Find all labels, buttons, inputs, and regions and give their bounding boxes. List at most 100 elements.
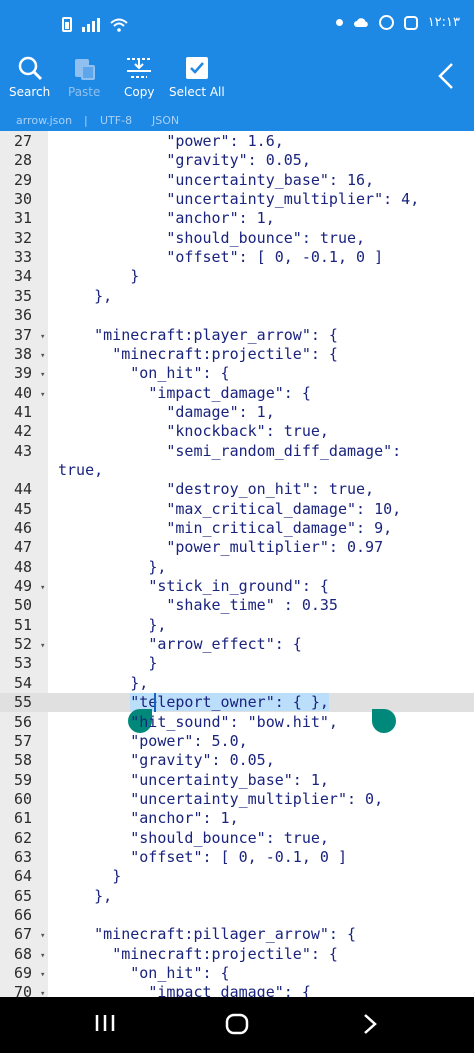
code-line[interactable]: 56 "hit_sound": "bow.hit",: [0, 713, 474, 732]
code-line[interactable]: 47 "power_multiplier": 0.97: [0, 538, 474, 557]
line-number: 38: [14, 344, 33, 363]
back-button[interactable]: [436, 61, 456, 95]
line-text: "on_hit": {: [130, 964, 230, 983]
code-line[interactable]: 59 "uncertainty_base": 1,: [0, 771, 474, 790]
line-text: "gravity": 0.05,: [166, 151, 311, 170]
code-line[interactable]: true,: [0, 461, 474, 480]
fold-toggle-icon[interactable]: ▾: [40, 366, 45, 385]
code-line[interactable]: 28 "gravity": 0.05,: [0, 151, 474, 170]
code-line[interactable]: 53 }: [0, 654, 474, 673]
back-nav-icon[interactable]: [362, 1013, 378, 1035]
code-line[interactable]: 37 ▾ "minecraft:player_arrow": {: [0, 326, 474, 345]
fold-toggle-icon[interactable]: ▾: [40, 637, 45, 656]
code-line[interactable]: 49 ▾ "stick_in_ground": {: [0, 577, 474, 596]
code-line[interactable]: 39 ▾ "on_hit": {: [0, 364, 474, 383]
code-line[interactable]: 54 },: [0, 674, 474, 693]
code-line[interactable]: 42 "knockback": true,: [0, 422, 474, 441]
fold-toggle-icon[interactable]: ▾: [40, 328, 45, 347]
code-line[interactable]: 35 },: [0, 287, 474, 306]
code-line[interactable]: 41 "damage": 1,: [0, 403, 474, 422]
code-line[interactable]: 68 ▾ "minecraft:projectile": {: [0, 945, 474, 964]
line-number: 55: [14, 693, 33, 712]
select-all-label: Select All: [169, 85, 225, 99]
line-text: "uncertainty_base": 1,: [130, 770, 329, 789]
code-line[interactable]: 63 "offset": [ 0, -0.1, 0 ]: [0, 848, 474, 867]
line-number: 31: [14, 209, 33, 228]
code-line[interactable]: 57 "power": 5.0,: [0, 732, 474, 751]
code-line[interactable]: 43 "semi_random_diff_damage":: [0, 442, 474, 461]
code-line[interactable]: 64 }: [0, 867, 474, 886]
line-code: }: [58, 654, 157, 673]
code-line[interactable]: 62 "should_bounce": true,: [0, 829, 474, 848]
line-number: 52: [14, 635, 33, 654]
fold-toggle-icon[interactable]: ▾: [40, 985, 45, 997]
code-line[interactable]: 29 "uncertainty_base": 16,: [0, 171, 474, 190]
line-text: "uncertainty_multiplier": 4,: [166, 190, 420, 209]
code-line[interactable]: 30 "uncertainty_multiplier": 4,: [0, 190, 474, 209]
line-number: 68: [14, 944, 33, 963]
copy-button[interactable]: Copy: [124, 55, 154, 99]
line-number: 45: [14, 499, 33, 518]
line-number: 34: [14, 267, 33, 286]
code-line[interactable]: 33 "offset": [ 0, -0.1, 0 ]: [0, 248, 474, 267]
fold-toggle-icon[interactable]: ▾: [40, 347, 45, 366]
line-code: "arrow_effect": {: [58, 635, 302, 654]
text-cursor: [154, 693, 156, 713]
fold-toggle-icon[interactable]: ▾: [40, 966, 45, 985]
line-text: }: [130, 267, 140, 286]
cloud-icon: [353, 18, 368, 27]
search-button[interactable]: Search: [9, 55, 50, 99]
code-line[interactable]: 50 "shake_time" : 0.35: [0, 596, 474, 615]
code-editor[interactable]: 27 "power": 1.6, 28 "gravity": 0.05, 29 "u…: [0, 131, 474, 997]
status-bar: ١٢:١٣: [0, 0, 474, 45]
code-line[interactable]: 46 "min_critical_damage": 9,: [0, 519, 474, 538]
code-line-selected[interactable]: 55 "teleport_owner": { },: [0, 693, 474, 713]
code-line[interactable]: 61 "anchor": 1,: [0, 809, 474, 828]
line-code: "anchor": 1,: [58, 209, 274, 228]
code-line[interactable]: 58 "gravity": 0.05,: [0, 751, 474, 770]
fold-toggle-icon[interactable]: ▾: [40, 927, 45, 946]
code-line[interactable]: 52 ▾ "arrow_effect": {: [0, 635, 474, 654]
code-line[interactable]: 67 ▾ "minecraft:pillager_arrow": {: [0, 925, 474, 944]
recent-apps-icon[interactable]: [94, 1013, 116, 1033]
line-text: "min_critical_damage": 9,: [166, 519, 393, 537]
code-line[interactable]: 32 "should_bounce": true,: [0, 229, 474, 248]
line-number: 39: [14, 364, 33, 383]
line-code: "power": 5.0,: [58, 732, 247, 751]
line-number: 29: [14, 170, 33, 189]
code-line[interactable]: 45 "max_critical_damage": 10,: [0, 500, 474, 519]
line-text: "power": 1.6,: [166, 132, 284, 150]
paste-button[interactable]: Paste: [68, 55, 100, 99]
select-all-icon: [185, 57, 208, 79]
line-code: },: [58, 616, 166, 635]
select-all-button[interactable]: Select All: [169, 55, 225, 99]
code-line[interactable]: 27 "power": 1.6,: [0, 132, 474, 151]
fold-toggle-icon[interactable]: ▾: [40, 579, 45, 598]
code-line[interactable]: 38 ▾ "minecraft:projectile": {: [0, 345, 474, 364]
fold-toggle-icon[interactable]: ▾: [40, 386, 45, 405]
line-number: 43: [14, 441, 33, 460]
code-line[interactable]: 65 },: [0, 887, 474, 906]
code-line[interactable]: 34 }: [0, 267, 474, 286]
code-line[interactable]: 66: [0, 906, 474, 925]
code-line[interactable]: 51 },: [0, 616, 474, 635]
code-line[interactable]: 44 "destroy_on_hit": true,: [0, 480, 474, 499]
code-line[interactable]: 69 ▾ "on_hit": {: [0, 964, 474, 983]
code-line[interactable]: 60 "uncertainty_multiplier": 0,: [0, 790, 474, 809]
code-line[interactable]: 70 ▾ "impact_damage": {: [0, 983, 474, 997]
code-line[interactable]: 48 },: [0, 558, 474, 577]
code-line[interactable]: 31 "anchor": 1,: [0, 209, 474, 228]
code-line[interactable]: 40 ▾ "impact_damage": {: [0, 384, 474, 403]
code-line[interactable]: 36: [0, 306, 474, 325]
line-number: 53: [14, 654, 33, 673]
home-icon[interactable]: [225, 1013, 249, 1035]
search-icon: [18, 56, 42, 81]
fold-toggle-icon[interactable]: ▾: [40, 947, 45, 966]
